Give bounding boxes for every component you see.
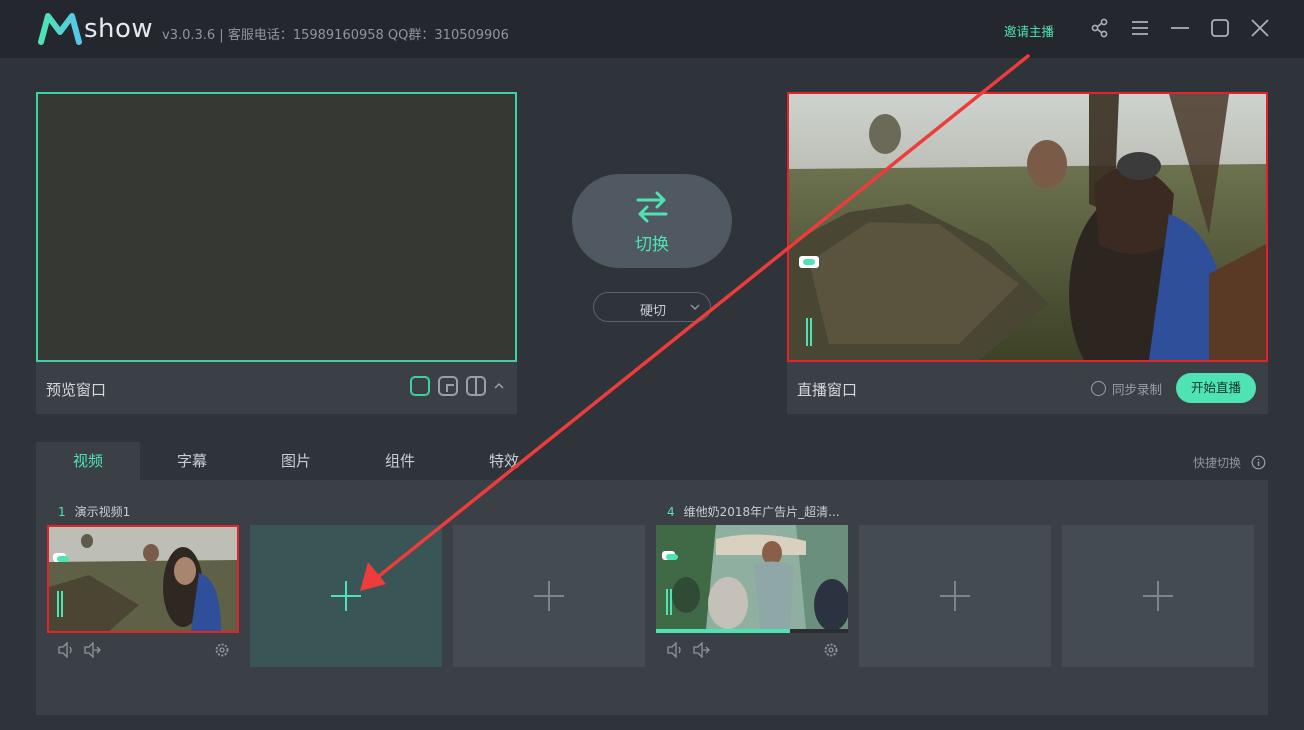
start-live-button[interactable]: 开始直播: [1176, 373, 1256, 403]
version-support-info: v3.0.3.6 | 客服电话：15989160958 QQ群：31050990…: [162, 28, 509, 43]
title-bar: show v3.0.3.6 | 客服电话：15989160958 QQ群：310…: [0, 0, 1304, 58]
video-slot-1[interactable]: [47, 525, 239, 667]
live-volume-knob[interactable]: [799, 256, 819, 268]
layout-split-button[interactable]: [466, 376, 486, 396]
slot-4-thumbnail[interactable]: [656, 525, 848, 633]
slot-1-title: 1 演示视频1: [58, 503, 130, 520]
settings-icon[interactable]: [213, 642, 231, 658]
slot-1-thumbnail-image: [49, 527, 237, 631]
live-label: 直播窗口: [797, 381, 858, 399]
tab-component[interactable]: 组件: [348, 442, 452, 480]
settings-icon[interactable]: [822, 642, 840, 658]
video-slot-3[interactable]: [453, 525, 645, 667]
swap-icon: [636, 191, 668, 223]
live-volume-meter: [806, 318, 812, 346]
plus-icon[interactable]: [939, 580, 971, 612]
quick-switch-label[interactable]: 快捷切换: [1193, 454, 1241, 471]
switch-button[interactable]: 切换: [572, 174, 732, 268]
source-slots-panel: 1 演示视频1 4 维他奶2018年广告片_超清...: [36, 480, 1268, 715]
video-slot-4[interactable]: [656, 525, 848, 667]
volume-icon[interactable]: [57, 642, 75, 658]
share-icon[interactable]: [1089, 17, 1111, 39]
slot-4-volume-knob[interactable]: [662, 551, 678, 560]
tab-video[interactable]: 视频: [36, 442, 140, 480]
slot-4-name: 维他奶2018年广告片_超清...: [683, 505, 840, 519]
plus-icon[interactable]: [533, 580, 565, 612]
slot-1-thumbnail[interactable]: [47, 525, 239, 633]
minimize-icon[interactable]: [1169, 17, 1191, 39]
preview-label: 预览窗口: [46, 381, 107, 399]
switch-label: 切换: [635, 235, 669, 255]
live-video-frame: [789, 94, 1266, 360]
slot-4-thumbnail-image: [656, 525, 848, 629]
live-bar: 直播窗口 同步录制 开始直播: [787, 362, 1268, 414]
logo-m-icon: [38, 13, 82, 45]
plus-icon[interactable]: [1142, 580, 1174, 612]
preview-bar: 预览窗口: [36, 362, 517, 414]
logo-text: show: [84, 14, 154, 44]
video-slot-2[interactable]: [250, 525, 442, 667]
maximize-icon[interactable]: [1209, 17, 1231, 39]
invite-host-link[interactable]: 邀请主播: [1004, 21, 1054, 40]
collapse-caret-icon[interactable]: [494, 381, 504, 391]
tab-effects[interactable]: 特效: [452, 442, 556, 480]
video-slot-5[interactable]: [859, 525, 1051, 667]
chevron-down-icon: [690, 304, 700, 310]
audio-out-icon[interactable]: [83, 642, 101, 658]
tab-subtitle[interactable]: 字幕: [140, 442, 244, 480]
preview-screen[interactable]: [36, 92, 517, 362]
audio-out-icon[interactable]: [692, 642, 710, 658]
layout-switcher: [410, 376, 504, 396]
slot-1-name: 演示视频1: [74, 505, 131, 519]
slot-4-title: 4 维他奶2018年广告片_超清...: [667, 503, 840, 520]
quick-switch: 快捷切换: [1193, 454, 1266, 471]
sync-record-radio[interactable]: [1091, 381, 1106, 396]
slot-1-volume-meter: [57, 591, 63, 617]
close-icon[interactable]: [1249, 17, 1271, 39]
slot-4-controls: [656, 633, 848, 667]
plus-icon[interactable]: [330, 580, 362, 612]
volume-icon[interactable]: [666, 642, 684, 658]
menu-icon[interactable]: [1129, 17, 1151, 39]
slot-4-number: 4: [667, 505, 675, 519]
slot-1-number: 1: [58, 505, 66, 519]
slot-1-controls: [47, 633, 239, 667]
tab-image[interactable]: 图片: [244, 442, 348, 480]
sync-record-label: 同步录制: [1112, 382, 1163, 397]
live-screen[interactable]: [787, 92, 1268, 362]
app-logo: show: [38, 12, 153, 46]
info-icon[interactable]: [1251, 455, 1266, 470]
slot-4-volume-meter: [666, 589, 672, 615]
video-slot-6[interactable]: [1062, 525, 1254, 667]
layout-single-button[interactable]: [410, 376, 430, 396]
transition-mode-select[interactable]: 硬切: [593, 292, 711, 322]
layout-pip-button[interactable]: [438, 376, 458, 396]
source-tabs: 视频 字幕 图片 组件 特效: [36, 442, 556, 480]
slot-1-volume-knob[interactable]: [53, 553, 69, 562]
sync-record-toggle[interactable]: 同步录制: [1091, 379, 1162, 398]
